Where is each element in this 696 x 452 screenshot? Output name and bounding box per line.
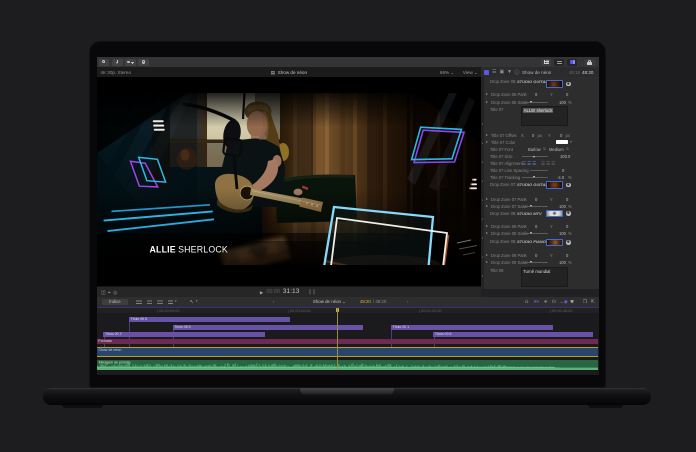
svg-text:ALLIESHERLOCK: ALLIESHERLOCK [149,245,227,255]
svg-text:Mixagem de estúdio: Mixagem de estúdio [99,360,131,364]
